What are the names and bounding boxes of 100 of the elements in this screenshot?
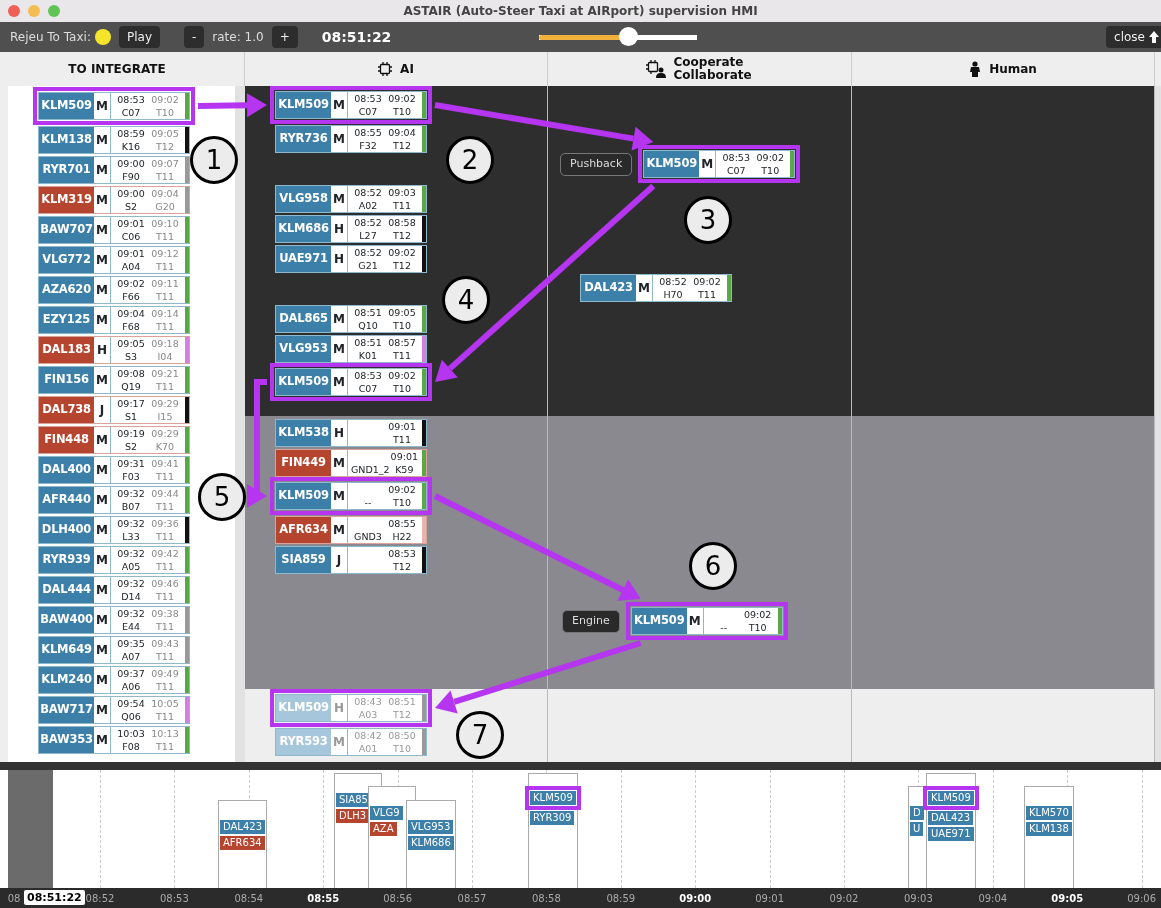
runway-text: K59 <box>394 463 415 476</box>
flight-strip[interactable]: KLM138 M 08:59 09:05 K16 T12 <box>38 126 190 154</box>
callsign-label: EZY125 <box>39 307 94 333</box>
runway-text: T11 <box>155 560 175 573</box>
time-text: 09:35 <box>116 638 146 651</box>
wake-category: H <box>331 695 348 721</box>
time-text: 09:02 <box>692 276 722 289</box>
flight-tag[interactable]: KLM686 <box>408 836 454 850</box>
time-text: 08:51 <box>353 307 383 320</box>
flight-strip[interactable]: RYR736 M 08:55 09:04 F32 T12 <box>275 125 427 153</box>
runway-text: T11 <box>155 590 175 603</box>
time-tick: 08:52 <box>85 892 115 906</box>
flight-strip[interactable]: AFR440 M 09:32 09:44 B07 T11 <box>38 486 190 514</box>
flight-strip[interactable]: KLM686 H 08:52 08:58 L27 T12 <box>275 215 427 243</box>
time-text: 09:43 <box>150 638 180 651</box>
flight-strip[interactable]: KLM319 M 09:00 09:04 S2 G20 <box>38 186 190 214</box>
flight-tag[interactable]: U <box>910 822 924 836</box>
stand-text: E44 <box>120 620 142 633</box>
flight-strip[interactable]: BAW400 M 09:32 09:38 E44 T11 <box>38 606 190 634</box>
wake-category: M <box>94 247 111 273</box>
time-text: 09:01 <box>389 451 419 464</box>
play-button[interactable]: Play <box>118 26 160 48</box>
callsign-label: VLG772 <box>39 247 94 273</box>
flight-tag[interactable]: AZA <box>370 822 397 836</box>
flight-tag[interactable]: DAL423 <box>220 820 266 834</box>
stand-text: C07 <box>357 382 379 395</box>
runway-text: T12 <box>392 259 412 272</box>
flight-strip[interactable]: DAL423 M 08:52 09:02 H70 T11 <box>580 274 732 302</box>
flight-tag[interactable]: AFR634 <box>220 836 265 850</box>
flight-strip[interactable]: BAW717 M 09:54 10:05 Q06 T11 <box>38 696 190 724</box>
faster-button[interactable]: + <box>271 26 298 48</box>
runway-text: I04 <box>156 350 174 363</box>
flight-strip[interactable]: KLM538 H 09:01 T11 <box>275 419 427 447</box>
flight-strip[interactable]: AFR634 M 08:55 GND3 H22 <box>275 516 427 544</box>
flight-tag[interactable]: KLM138 <box>1026 822 1072 836</box>
callsign-label: KLM509 <box>276 483 331 509</box>
runway-text: T11 <box>392 433 412 446</box>
flight-tag[interactable]: D <box>910 806 924 820</box>
flight-strip[interactable]: AZA620 M 09:02 09:11 F66 T11 <box>38 276 190 304</box>
time-text: 08:52 <box>658 276 688 289</box>
flight-strip[interactable]: FIN449 M 09:01 GND1_2 K59 <box>275 449 427 477</box>
flight-tag[interactable]: UAE971 <box>928 827 974 841</box>
runway-text: H22 <box>391 530 413 543</box>
close-button[interactable]: close <box>1106 26 1161 48</box>
slider-thumb[interactable] <box>618 27 638 46</box>
time-text: 08:55 <box>353 127 383 140</box>
flight-tag[interactable]: VLG953 <box>408 820 454 834</box>
flight-strip[interactable]: RYR701 M 09:00 09:07 F90 T11 <box>38 156 190 184</box>
time-text: 09:03 <box>387 187 417 200</box>
flight-tag[interactable]: KLM570 <box>1026 806 1072 820</box>
flight-strip[interactable]: DAL400 M 09:31 09:41 F03 T11 <box>38 456 190 484</box>
flight-strip[interactable]: UAE971 H 08:52 09:02 G21 T12 <box>275 245 427 273</box>
flight-strip[interactable]: FIN156 M 09:08 09:21 Q19 T11 <box>38 366 190 394</box>
callsign-label: RYR701 <box>39 157 94 183</box>
flight-strip[interactable]: DLH400 M 09:32 09:36 L33 T11 <box>38 516 190 544</box>
flight-strip[interactable]: KLM649 M 09:35 09:43 A07 T11 <box>38 636 190 664</box>
wake-category: M <box>94 277 111 303</box>
time-text: 09:49 <box>150 668 180 681</box>
flight-strip[interactable]: BAW707 M 09:01 09:10 C06 T11 <box>38 216 190 244</box>
callsign-label: BAW707 <box>39 217 94 243</box>
flight-strip[interactable]: BAW353 M 10:03 10:13 F08 T11 <box>38 726 190 754</box>
zoom-button[interactable] <box>48 5 60 17</box>
time-text: 09:04 <box>150 188 180 201</box>
flight-strip[interactable]: DAL738 J 09:17 09:29 S1 I15 <box>38 396 190 424</box>
flight-strip[interactable]: KLM240 M 09:37 09:49 A06 T11 <box>38 666 190 694</box>
time-tick: 09:06 <box>1127 892 1156 906</box>
flight-tag[interactable]: DAL423 <box>928 811 974 825</box>
column-title: AI <box>400 62 414 76</box>
minimize-button[interactable] <box>28 5 40 17</box>
flight-strip[interactable]: VLG953 M 08:51 08:57 K01 T11 <box>275 335 427 363</box>
time-text: 09:05 <box>150 128 180 141</box>
time-text: 09:19 <box>116 428 146 441</box>
runway-text: T11 <box>155 740 175 753</box>
flight-strip[interactable]: DAL444 M 09:32 09:46 D14 T11 <box>38 576 190 604</box>
close-button[interactable] <box>8 5 20 17</box>
wake-category: M <box>94 127 111 153</box>
flight-strip[interactable]: SIA859 J 08:53 T12 <box>275 546 427 574</box>
stand-text: C06 <box>120 230 142 243</box>
flight-strip[interactable]: VLG772 M 09:01 09:12 A04 T11 <box>38 246 190 274</box>
flight-tag[interactable]: VLG9 <box>370 806 403 820</box>
wake-category: M <box>699 151 717 177</box>
flight-strip[interactable]: DAL865 M 08:51 09:05 Q10 T10 <box>275 305 427 333</box>
flight-strip[interactable]: DAL183 H 09:05 09:18 S3 I04 <box>38 336 190 364</box>
time-text: 08:43 <box>353 696 383 709</box>
time-text: 09:02 <box>743 609 773 622</box>
flight-strip[interactable]: EZY125 M 09:04 09:14 F68 T11 <box>38 306 190 334</box>
flight-strip[interactable]: RYR939 M 09:32 09:42 A05 T11 <box>38 546 190 574</box>
chip-icon <box>378 62 393 76</box>
flight-tag[interactable]: SIA85 <box>336 793 371 807</box>
flight-tag[interactable]: RYR309 <box>530 811 575 825</box>
flight-strip[interactable]: VLG958 M 08:52 09:03 A02 T11 <box>275 185 427 213</box>
time-text: 09:32 <box>116 518 146 531</box>
flight-tag[interactable]: DLH3 <box>336 809 370 823</box>
callsign-label: RYR939 <box>39 547 94 573</box>
stand-text: A03 <box>357 708 379 721</box>
flight-strip[interactable]: FIN448 M 09:19 09:29 S2 K70 <box>38 426 190 454</box>
slower-button[interactable]: - <box>184 26 205 48</box>
time-tick: 09:04 <box>978 892 1008 906</box>
wake-category: M <box>94 577 111 603</box>
time-text: 09:01 <box>116 248 146 261</box>
